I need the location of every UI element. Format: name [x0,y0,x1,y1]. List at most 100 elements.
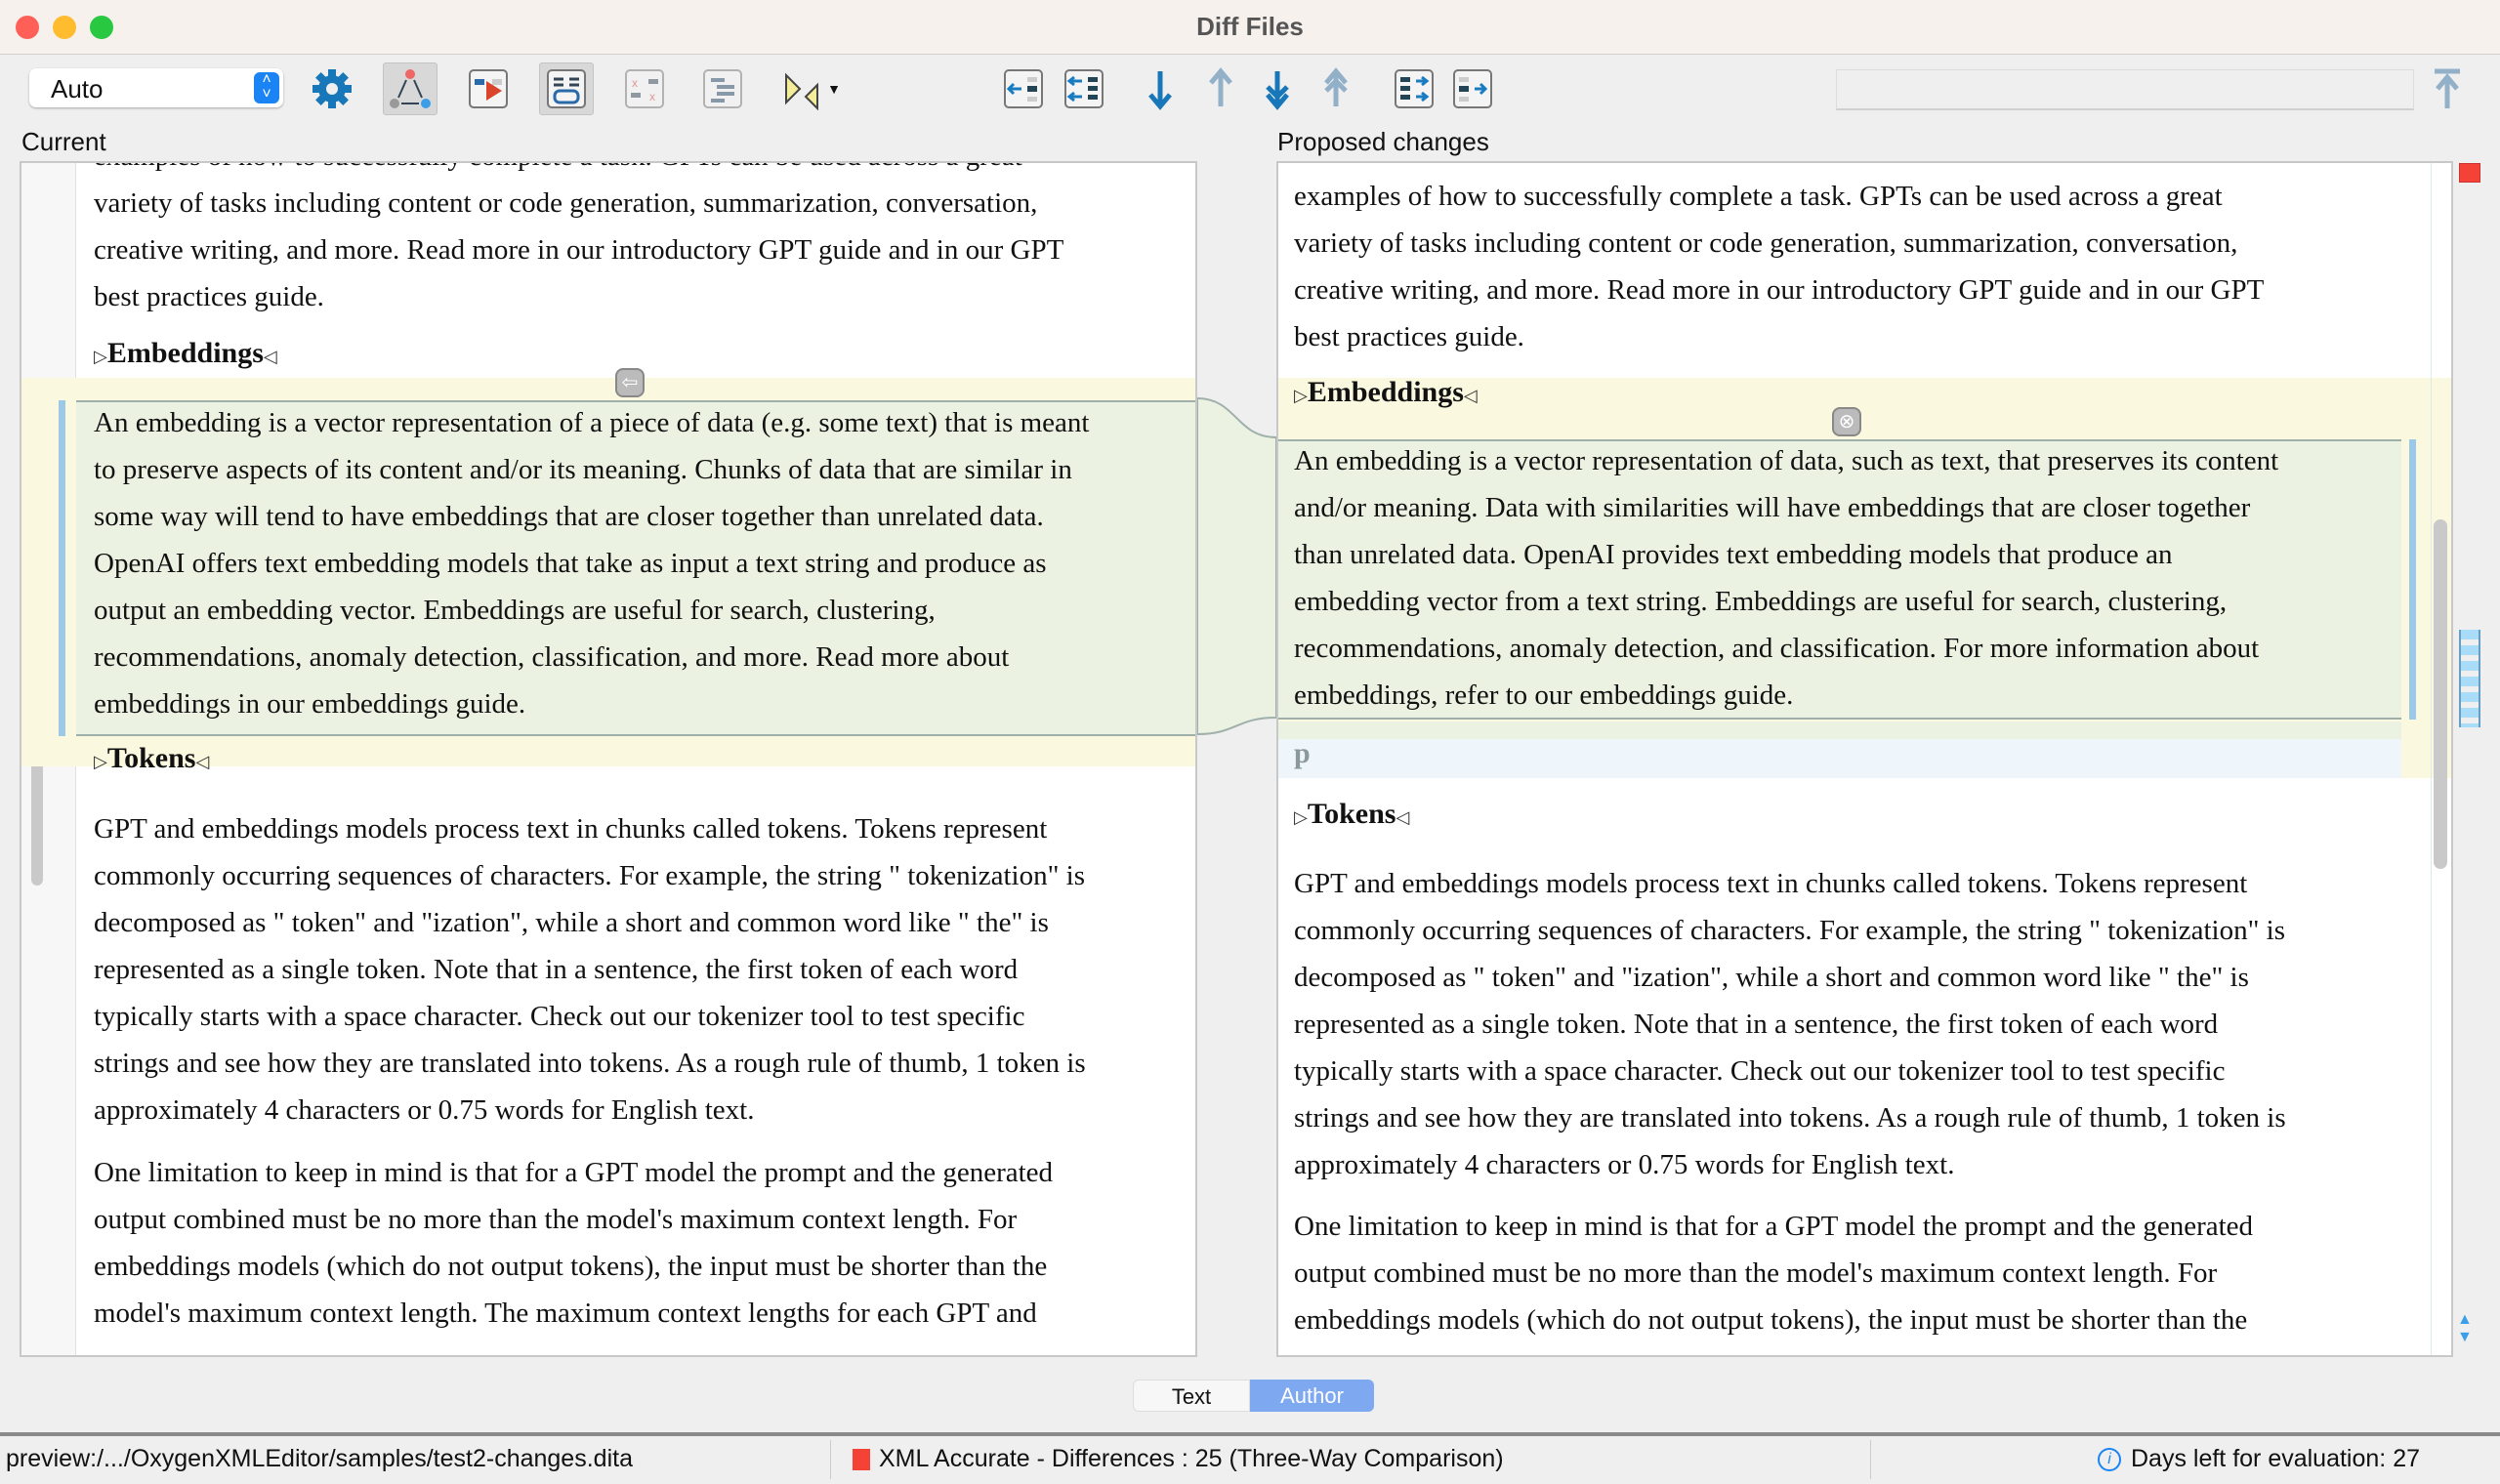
current-label: Current [21,127,106,156]
tokens-paragraph: GPT and embeddings models process text i… [94,805,1086,1134]
text-line: and/or meaning. Data with similarities w… [1294,492,2251,523]
margin-line [2431,163,2432,1355]
chevron-updown-icon: ˄ ˅ [254,72,279,103]
text-line: output combined must be no more than the… [94,1204,1018,1235]
text-line: typically starts with a space character.… [94,1001,1025,1032]
text-line: One limitation to keep in mind is that f… [1294,1211,2254,1242]
tokens-paragraph: GPT and embeddings models process text i… [1294,860,2286,1188]
first-change-button[interactable] [2420,62,2475,115]
text-line: OpenAI offers text embedding models that… [94,548,1047,579]
text-line: embedding vector from a text string. Emb… [1294,586,2228,617]
text-line: commonly occurring sequences of characte… [1294,915,2285,946]
text-line: recommendations, anomaly detection, clas… [94,641,1010,673]
copy-change-left-icon [1004,69,1043,108]
copy-all-right-button[interactable] [1387,62,1441,115]
text-line: GPT and embeddings models process text i… [94,813,1048,845]
mode-select-value: Auto [51,74,104,103]
proposed-changes-label: Proposed changes [1277,127,1489,156]
word-diff-button[interactable] [539,62,594,115]
mode-select[interactable]: Auto ˄ ˅ [29,68,283,107]
text-line: typically starts with a space character.… [1294,1055,2226,1087]
title-bar: Diff Files [0,0,2500,55]
tab-text[interactable]: Text [1133,1380,1250,1412]
accept-change-left-icon[interactable]: ⇦ [615,368,645,397]
text-line: strings and see how they are translated … [94,1048,1086,1079]
text-line: creative writing, and more. Read more in… [94,234,1064,266]
text-line: examples of how to successfully complete… [1294,181,2223,212]
copy-all-right-icon [1395,69,1434,108]
copy-all-left-button[interactable] [1057,62,1111,115]
intro-paragraph: examples of how to successfully complete… [1294,173,2264,360]
dropdown-arrow-icon: ▼ [827,81,841,97]
format-button[interactable] [695,62,750,115]
text-line: decomposed as " token" and "ization", wh… [1294,962,2249,993]
text-line: recommendations, anomaly detection, and … [1294,633,2260,664]
text-line: variety of tasks including content or co… [94,187,1038,219]
three-way-icon [390,69,431,108]
next-change-icon [1148,71,1172,110]
status-divider [0,1432,2500,1436]
reject-change-icon[interactable]: ⊗ [1832,407,1861,436]
first-change-icon [2435,68,2460,108]
previous-change-icon [1209,67,1232,106]
next-block-button[interactable] [1250,62,1305,115]
intro-paragraph: examples of how to successfully complete… [94,163,1064,320]
text-line: commonly occurring sequences of characte… [94,860,1085,891]
format-icon [703,69,742,108]
inserted-element-band [1278,739,2401,778]
text-line: embeddings in our embeddings guide. [94,688,526,720]
status-conflict-icon [853,1449,870,1470]
status-evaluation: Days left for evaluation: 27 [2131,1445,2420,1472]
text-line: An embedding is a vector representation … [1294,445,2279,476]
change-markers[interactable] [2459,630,2480,727]
text-line: embeddings models (which do not output t… [1294,1304,2248,1336]
text-line: approximately 4 characters or 0.75 words… [1294,1149,1955,1180]
copy-change-right-button[interactable] [1445,62,1500,115]
show-differences-button[interactable] [461,62,516,115]
limitation-paragraph: One limitation to keep in mind is that f… [1294,1203,2253,1343]
settings-button[interactable] [305,62,359,115]
copy-change-left-button[interactable] [996,62,1051,115]
heading-embeddings: ▷Embeddings◁ [1294,376,1478,408]
text-line: model's maximum context length. The maxi… [94,1298,1037,1329]
text-line: output combined must be no more than the… [1294,1257,2218,1289]
text-line: represented as a single token. Note that… [94,954,1019,985]
search-input[interactable] [1836,69,2414,110]
show-differences-icon [469,69,508,108]
previous-block-button[interactable] [1309,62,1363,115]
merge-markers-button[interactable]: ▼ [773,62,848,115]
text-line: variety of tasks including content or co… [1294,227,2238,259]
text-line: approximately 4 characters or 0.75 words… [94,1094,755,1126]
separator [1870,1440,1871,1479]
three-way-button[interactable] [383,62,438,115]
text-line: than unrelated data. OpenAI provides tex… [1294,539,2173,570]
text-line: best practices guide. [94,281,324,312]
previous-change-button[interactable] [1193,62,1248,115]
right-scrollbar-thumb[interactable] [2434,519,2447,869]
status-file-path: preview:/.../OxygenXMLEditor/samples/tes… [6,1445,633,1472]
text-line: embeddings models (which do not output t… [94,1251,1048,1282]
conflict-marker[interactable] [2459,163,2480,183]
text-line: strings and see how they are translated … [1294,1102,2286,1134]
word-diff-icon [547,69,586,108]
current-editor[interactable]: examples of how to successfully complete… [20,161,1197,1357]
text-line: output an embedding vector. Embeddings a… [94,595,936,626]
tab-author[interactable]: Author [1250,1380,1374,1412]
heading-embeddings: ▷Embeddings◁ [94,337,277,369]
next-change-button[interactable] [1133,62,1188,115]
text-line: An embedding is a vector representation … [94,407,1090,438]
proposed-editor[interactable]: examples of how to successfully complete… [1276,161,2453,1357]
heading-tokens: ▷Tokens◁ [1294,798,1410,830]
ignore-icon: xx [625,69,664,108]
text-line: GPT and embeddings models process text i… [1294,868,2248,899]
ignore-button[interactable]: xx [617,62,672,115]
text-line: embeddings, refer to our embeddings guid… [1294,680,1794,711]
text-line: some way will tend to have embeddings th… [94,501,1044,532]
gear-icon [312,69,352,108]
separator [830,1440,831,1479]
copy-all-left-icon [1064,69,1104,108]
embeddings-paragraph: An embedding is a vector representation … [1294,437,2278,719]
previous-block-icon [1324,67,1348,106]
text-line: creative writing, and more. Read more in… [1294,274,2265,306]
ruler-navigation-arrows[interactable]: ▲ ▼ [2457,1311,2473,1346]
